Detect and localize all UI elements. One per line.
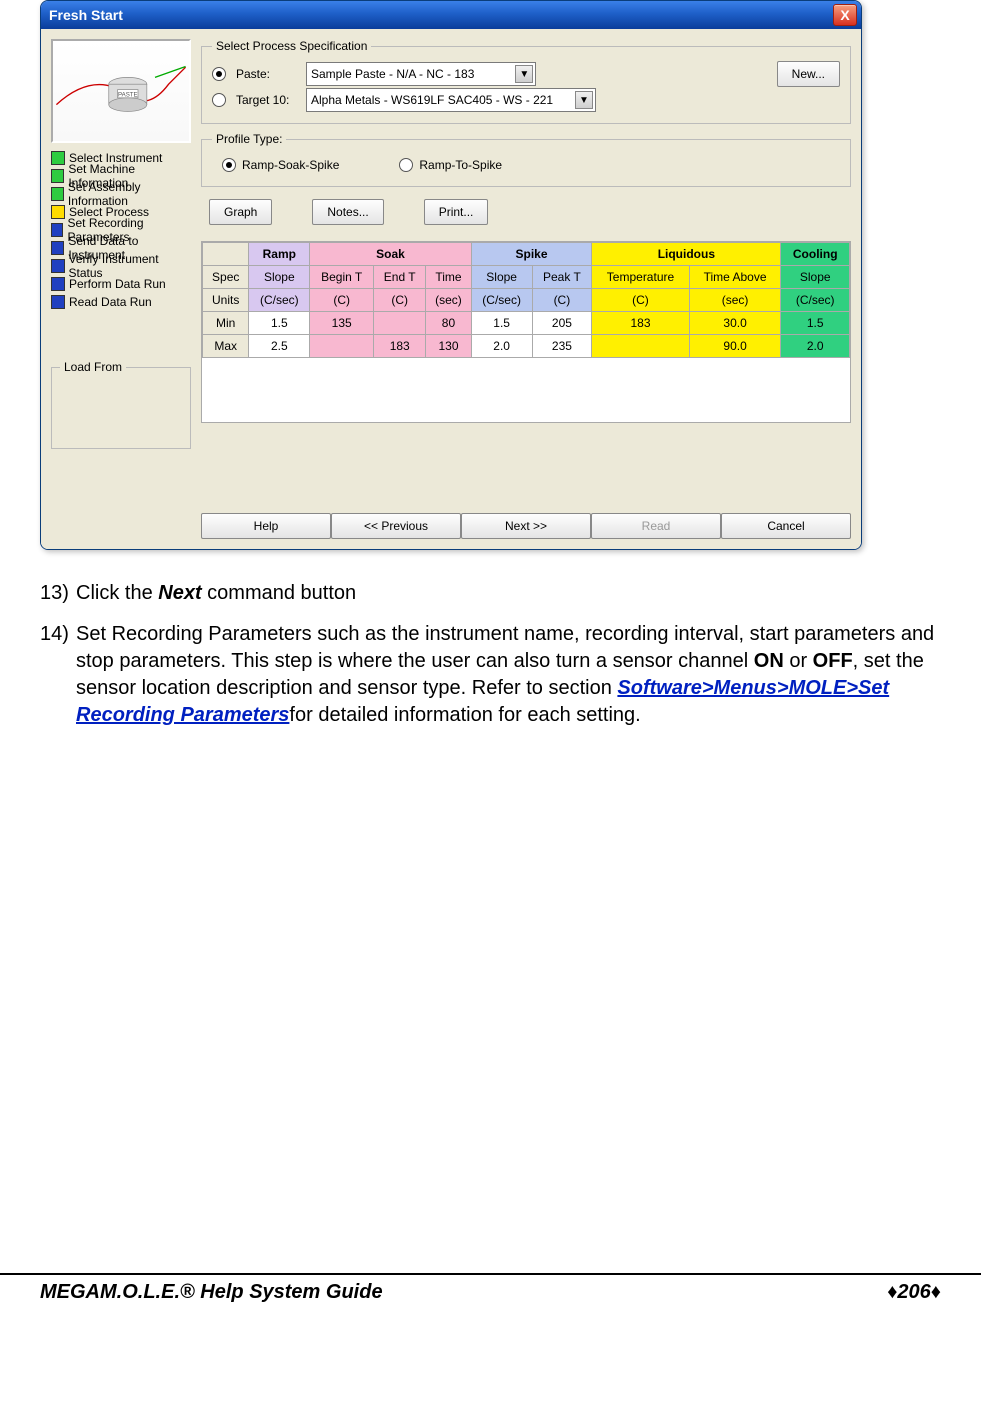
chevron-down-icon: ▼	[575, 91, 593, 109]
page-footer: MEGAM.O.L.E.® Help System Guide ♦206♦	[0, 1273, 981, 1324]
wizard-steps-list: Select InstrumentSet Machine Information…	[51, 149, 191, 311]
target-dropdown-value: Alpha Metals - WS619LF SAC405 - WS - 221	[311, 93, 553, 107]
new-button[interactable]: New...	[777, 61, 840, 87]
paste-dropdown[interactable]: Sample Paste - N/A - NC - 183 ▼	[306, 62, 536, 86]
load-from-group: Load From	[51, 367, 191, 449]
wizard-step: Verify Instrument Status	[51, 257, 191, 275]
ramp-to-spike-label: Ramp-To-Spike	[419, 158, 502, 172]
svg-text:PASTE: PASTE	[118, 91, 138, 98]
close-icon[interactable]: X	[833, 4, 857, 26]
page-number: ♦206♦	[887, 1281, 941, 1304]
wizard-step: Set Assembly Information	[51, 185, 191, 203]
step-status-icon	[51, 295, 65, 309]
paste-label: Paste:	[236, 67, 296, 81]
notes-button[interactable]: Notes...	[312, 199, 383, 225]
ramp-soak-spike-radio[interactable]	[222, 158, 236, 172]
previous-button[interactable]: << Previous	[331, 513, 461, 539]
spec-table: Ramp Soak Spike Liquidous Cooling Spec S…	[202, 242, 850, 358]
chevron-down-icon: ▼	[515, 65, 533, 83]
profile-type-legend: Profile Type:	[212, 132, 286, 146]
step-label: Perform Data Run	[69, 277, 166, 291]
titlebar: Fresh Start X	[41, 1, 861, 29]
wizard-step: Read Data Run	[51, 293, 191, 311]
process-spec-group: Select Process Specification Paste: Samp…	[201, 39, 851, 124]
profile-type-group: Profile Type: Ramp-Soak-Spike Ramp-To-Sp…	[201, 132, 851, 187]
illustration-thumbnail: PASTE	[51, 39, 191, 143]
cancel-button[interactable]: Cancel	[721, 513, 851, 539]
ramp-to-spike-radio[interactable]	[399, 158, 413, 172]
list-item: 13) Click the Next command button	[40, 580, 941, 607]
window-title: Fresh Start	[49, 7, 833, 23]
step-status-icon	[51, 169, 64, 183]
print-button[interactable]: Print...	[424, 199, 489, 225]
list-item: 14) Set Recording Parameters such as the…	[40, 621, 941, 729]
footer-title: MEGAM.O.L.E.® Help System Guide	[40, 1281, 383, 1304]
fresh-start-window: Fresh Start X PASTE	[40, 0, 862, 550]
step-label: Verify Instrument Status	[69, 252, 191, 280]
step-status-icon	[51, 223, 63, 237]
step-status-icon	[51, 151, 65, 165]
target-dropdown[interactable]: Alpha Metals - WS619LF SAC405 - WS - 221…	[306, 88, 596, 112]
ramp-soak-spike-label: Ramp-Soak-Spike	[242, 158, 339, 172]
step-status-icon	[51, 187, 64, 201]
graph-button[interactable]: Graph	[209, 199, 272, 225]
step-label: Read Data Run	[69, 295, 152, 309]
document-body: 13) Click the Next command button 14) Se…	[40, 580, 941, 729]
next-button[interactable]: Next >>	[461, 513, 591, 539]
load-from-legend: Load From	[60, 360, 126, 374]
item-number: 13)	[40, 580, 76, 607]
target-label: Target 10:	[236, 93, 296, 107]
step-status-icon	[51, 205, 65, 219]
step-status-icon	[51, 241, 64, 255]
paste-dropdown-value: Sample Paste - N/A - NC - 183	[311, 67, 474, 81]
step-status-icon	[51, 277, 65, 291]
help-button[interactable]: Help	[201, 513, 331, 539]
step-label: Set Assembly Information	[68, 180, 191, 208]
step-status-icon	[51, 259, 65, 273]
item-number: 14)	[40, 621, 76, 729]
spec-table-container: Ramp Soak Spike Liquidous Cooling Spec S…	[201, 241, 851, 423]
read-button: Read	[591, 513, 721, 539]
process-spec-legend: Select Process Specification	[212, 39, 371, 53]
paste-radio[interactable]	[212, 67, 226, 81]
target-radio[interactable]	[212, 93, 226, 107]
